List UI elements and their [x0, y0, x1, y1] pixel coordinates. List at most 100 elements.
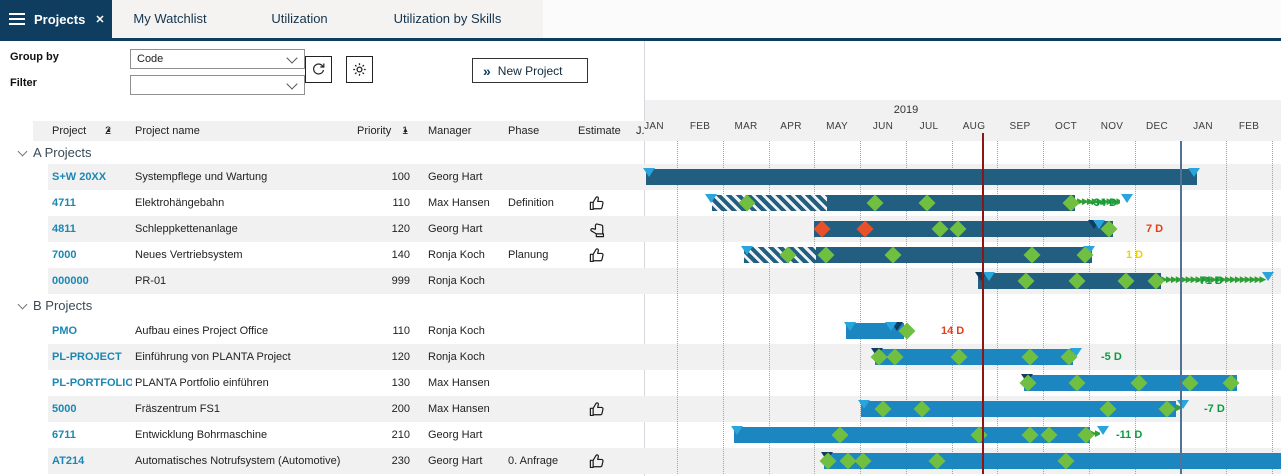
manager-cell: Georg Hart — [428, 422, 506, 448]
gantt-bar[interactable] — [712, 195, 1075, 211]
settings-button[interactable] — [346, 56, 373, 83]
manager-cell: Ronja Koch — [428, 318, 506, 344]
column-header-estimate[interactable]: Estimate — [578, 121, 621, 141]
project-code-link[interactable]: 6711 — [52, 422, 132, 448]
timeline-month-label: APR — [780, 121, 801, 132]
project-code-link[interactable]: 4811 — [52, 216, 132, 242]
phase-cell — [508, 216, 578, 242]
refresh-button[interactable] — [305, 56, 332, 83]
group-by-label: Group by — [10, 51, 59, 63]
rows-layer: A ProjectsS+W 20XXSystempflege und Wartu… — [0, 141, 1281, 474]
priority-cell: 999 — [355, 268, 410, 294]
group-label: B Projects — [33, 294, 92, 317]
bar-end-marker — [705, 194, 717, 203]
table-row[interactable]: 5000Fräszentrum FS1200Max Hansen▶-7 D — [0, 396, 1281, 422]
bar-end-marker — [1121, 194, 1133, 203]
project-code-link[interactable]: AT214 — [52, 448, 132, 474]
gantt-bar[interactable] — [875, 349, 1073, 365]
project-code-link[interactable]: 4711 — [52, 190, 132, 216]
manager-cell: Georg Hart — [428, 216, 506, 242]
column-header-phase[interactable]: Phase — [508, 121, 539, 141]
bar-end-marker — [1097, 426, 1109, 435]
phase-cell — [508, 164, 578, 190]
table-row[interactable]: 4811Schleppkettenanlage120Georg Hart7 D — [0, 216, 1281, 242]
timeline-month-label: MAY — [826, 121, 848, 132]
buffer-days-label: -7 D — [1204, 396, 1225, 422]
bar-end-marker — [885, 322, 897, 331]
table-row[interactable]: AT214Automatisches Notrufsystem (Automot… — [0, 448, 1281, 474]
group-row[interactable]: A Projects — [0, 141, 1281, 164]
phase-cell — [508, 422, 578, 448]
bar-end-marker — [643, 168, 655, 177]
table-row[interactable]: S+W 20XXSystempflege und Wartung100Georg… — [0, 164, 1281, 190]
group-by-select[interactable]: Code — [130, 49, 305, 69]
table-row[interactable]: PL-PROJECTEinführung von PLANTA Project1… — [0, 344, 1281, 370]
phase-cell: Definition — [508, 190, 578, 216]
project-code-link[interactable]: PL-PROJECT — [52, 344, 132, 370]
priority-cell: 200 — [355, 396, 410, 422]
gantt-bar[interactable] — [861, 401, 1176, 417]
column-header-manager[interactable]: Manager — [428, 121, 471, 141]
tab-utilization[interactable]: Utilization — [262, 0, 337, 38]
bar-hatched-segment — [712, 195, 827, 211]
priority-cell: 110 — [355, 318, 410, 344]
project-code-link[interactable]: 000000 — [52, 268, 132, 294]
new-project-label: New Project — [498, 64, 563, 78]
table-row[interactable]: 000000PR-01999Ronja Koch▶▶▶▶▶▶▶▶▶▶▶▶▶▶▶▶… — [0, 268, 1281, 294]
phase-cell: Planung — [508, 242, 578, 268]
priority-cell: 230 — [355, 448, 410, 474]
table-row[interactable]: 4711Elektrohängebahn110Max HansenDefinit… — [0, 190, 1281, 216]
buffer-days-label: -71 D — [1196, 268, 1223, 294]
close-tab-icon[interactable]: ✕ — [95, 13, 104, 26]
manager-cell: Max Hansen — [428, 396, 506, 422]
column-header-priority[interactable]: Priority — [357, 121, 391, 141]
table-row[interactable]: 6711Entwicklung Bohrmaschine210Georg Har… — [0, 422, 1281, 448]
gantt-bar[interactable] — [646, 169, 1197, 185]
buffer-days-label: 1 D — [1126, 242, 1143, 268]
tab-my-watchlist[interactable]: My Watchlist — [125, 0, 215, 38]
active-tab-label: Projects — [34, 12, 85, 27]
project-name-cell: Systempflege und Wartung — [135, 164, 353, 190]
timeline-header: 2019 JANFEBMARAPRMAYJUNJULAUGSEPOCTNOVDE… — [645, 100, 1281, 141]
column-header-project-name[interactable]: Project name — [135, 121, 200, 141]
group-row[interactable]: B Projects — [0, 294, 1281, 318]
chevron-down-icon[interactable] — [18, 300, 28, 310]
table-row[interactable]: PMOAufbau eines Project Office110Ronja K… — [0, 318, 1281, 344]
timeline-month-label: NOV — [1101, 121, 1124, 132]
tab-projects-active[interactable]: Projects ✕ — [0, 0, 112, 38]
project-code-link[interactable]: 7000 — [52, 242, 132, 268]
new-project-button[interactable]: » New Project — [472, 58, 588, 83]
group-label: A Projects — [33, 141, 92, 164]
buffer-days-label: -11 D — [1116, 422, 1142, 448]
timeline-month-label: DEC — [1146, 121, 1168, 132]
chevron-down-icon[interactable] — [18, 147, 28, 157]
thumbs-up-icon — [588, 448, 612, 474]
filter-select[interactable] — [130, 75, 305, 95]
project-code-link[interactable]: PL-PORTFOLIO — [52, 370, 132, 396]
thumbs-up-icon — [588, 396, 612, 422]
menu-icon[interactable] — [9, 10, 25, 28]
phase-cell — [508, 370, 578, 396]
project-name-cell: Schleppkettenanlage — [135, 216, 353, 242]
timeline-month-label: SEP — [1010, 121, 1031, 132]
priority-cell: 120 — [355, 344, 410, 370]
chevron-down-icon — [286, 52, 297, 63]
phase-cell — [508, 344, 578, 370]
table-row[interactable]: 7000Neues Vertriebsystem140Ronja KochPla… — [0, 242, 1281, 268]
priority-cell: 100 — [355, 164, 410, 190]
buffer-days-label: -34 D — [1090, 190, 1117, 216]
project-code-link[interactable]: 5000 — [52, 396, 132, 422]
project-name-cell: PLANTA Portfolio einführen — [135, 370, 353, 396]
tab-utilization-by-skills[interactable]: Utilization by Skills — [385, 0, 510, 38]
project-code-link[interactable]: S+W 20XX — [52, 164, 132, 190]
project-code-link[interactable]: PMO — [52, 318, 132, 344]
column-header-project[interactable]: Project — [52, 121, 86, 141]
bar-end-marker — [1188, 168, 1200, 177]
priority-cell: 110 — [355, 190, 410, 216]
manager-cell: Max Hansen — [428, 190, 506, 216]
gantt-bar[interactable] — [824, 453, 1281, 469]
phase-cell — [508, 318, 578, 344]
timeline-month-label: MAR — [734, 121, 757, 132]
manager-cell: Ronja Koch — [428, 344, 506, 370]
table-row[interactable]: PL-PORTFOLIOPLANTA Portfolio einführen13… — [0, 370, 1281, 396]
